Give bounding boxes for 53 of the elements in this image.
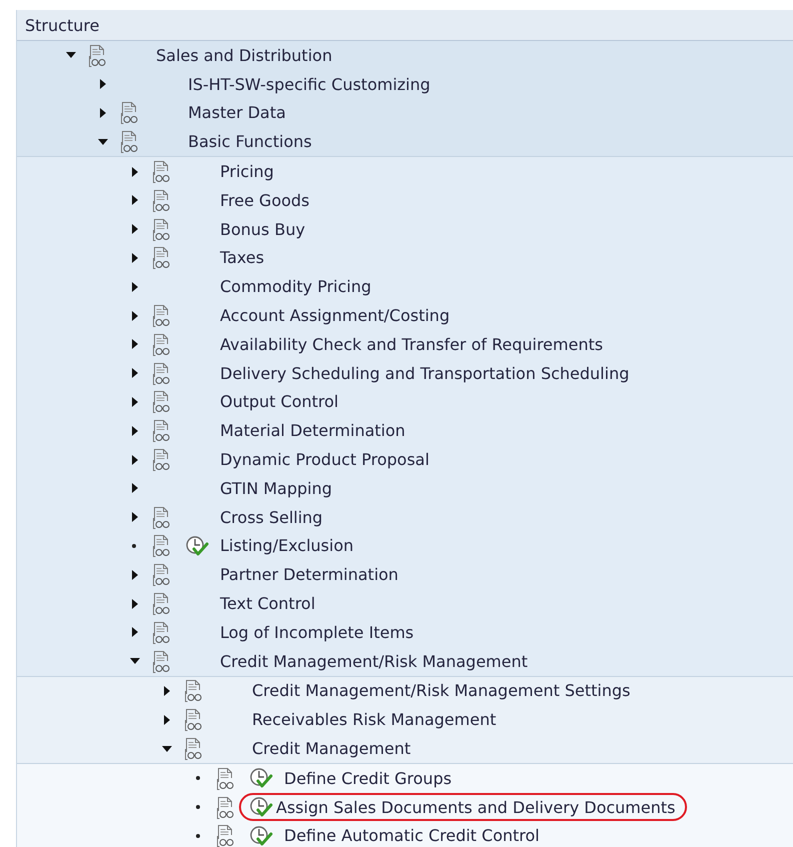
expand-caret-icon[interactable] bbox=[130, 252, 140, 263]
expand-caret-icon[interactable] bbox=[130, 570, 140, 580]
collapse-caret-icon[interactable] bbox=[130, 656, 140, 666]
clock-check-icon[interactable] bbox=[249, 824, 273, 847]
expand-caret-icon[interactable] bbox=[130, 426, 140, 436]
tree-node-label[interactable]: Basic Functions bbox=[188, 132, 312, 152]
expand-caret-icon[interactable] bbox=[130, 483, 140, 494]
expand-caret-icon[interactable] bbox=[130, 627, 140, 638]
expand-caret-icon[interactable] bbox=[130, 339, 140, 350]
bullet-icon bbox=[196, 834, 200, 838]
collapse-caret-icon[interactable] bbox=[98, 136, 108, 147]
bullet-icon bbox=[196, 805, 200, 810]
tree-node-label[interactable]: Material Determination bbox=[220, 421, 406, 440]
expand-caret-icon[interactable] bbox=[130, 224, 140, 234]
clock-check-icon[interactable] bbox=[249, 796, 273, 818]
expand-caret-icon[interactable] bbox=[130, 396, 140, 407]
tree-node-label[interactable]: Master Data bbox=[188, 103, 286, 122]
tree-node-label[interactable]: Text Control bbox=[220, 594, 316, 614]
tree-node-label[interactable]: Account Assignment/Costing bbox=[220, 306, 450, 326]
tree-node-label[interactable]: Sales and Distribution bbox=[156, 46, 332, 65]
expand-caret-icon[interactable] bbox=[130, 512, 140, 522]
clock-check-icon[interactable] bbox=[249, 767, 273, 790]
tree-node-label[interactable]: Dynamic Product Proposal bbox=[220, 450, 430, 470]
tree-node-label[interactable]: Commodity Pricing bbox=[220, 277, 372, 296]
tree-node-label[interactable]: Pricing bbox=[220, 162, 274, 182]
expand-caret-icon[interactable] bbox=[98, 79, 108, 90]
expand-caret-icon[interactable] bbox=[130, 195, 140, 206]
expand-caret-icon[interactable] bbox=[130, 166, 140, 177]
tree-node-label[interactable]: GTIN Mapping bbox=[220, 478, 332, 498]
expand-caret-icon[interactable] bbox=[162, 714, 172, 725]
tree-node-label[interactable]: Output Control bbox=[220, 392, 338, 412]
expand-caret-icon[interactable] bbox=[130, 368, 140, 378]
bullet-icon bbox=[132, 544, 136, 548]
expand-caret-icon[interactable] bbox=[130, 598, 140, 609]
expand-caret-icon[interactable] bbox=[130, 310, 140, 321]
clock-check-icon[interactable] bbox=[185, 534, 209, 557]
collapse-caret-icon[interactable] bbox=[66, 50, 76, 60]
tree-node-label[interactable]: Bonus Buy bbox=[220, 220, 306, 239]
collapse-caret-icon[interactable] bbox=[162, 744, 172, 754]
expand-caret-icon[interactable] bbox=[130, 282, 140, 292]
expand-caret-icon[interactable] bbox=[98, 108, 108, 118]
tree-node-label[interactable]: Listing/Exclusion bbox=[220, 536, 354, 556]
tree-node-label[interactable]: Cross Selling bbox=[220, 508, 323, 527]
column-header: Structure bbox=[25, 16, 100, 34]
tree-node-label[interactable]: Partner Determination bbox=[220, 565, 398, 584]
expand-caret-icon[interactable] bbox=[130, 454, 140, 465]
tree-node-label[interactable]: Log of Incomplete Items bbox=[220, 622, 414, 642]
tree-node-label[interactable]: Taxes bbox=[220, 248, 264, 268]
bullet-icon bbox=[196, 776, 200, 780]
tree-node-label[interactable]: Free Goods bbox=[220, 190, 310, 210]
tree-node-label[interactable]: Credit Management bbox=[252, 739, 411, 758]
tree-node-label[interactable]: Define Credit Groups bbox=[284, 768, 452, 788]
expand-caret-icon[interactable] bbox=[162, 686, 172, 696]
